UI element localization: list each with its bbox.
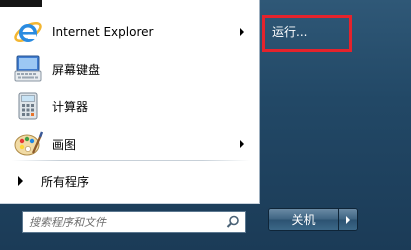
- search-area: [0, 204, 260, 250]
- programs-pane: Internet Explorer 屏幕键盘 计算器 画图 所有程序: [0, 0, 260, 204]
- paint-icon: [12, 128, 44, 160]
- submenu-arrow-icon[interactable]: [240, 28, 244, 36]
- program-label: 画图: [52, 137, 77, 152]
- program-item-internet-explorer[interactable]: Internet Explorer: [6, 14, 254, 50]
- chevron-right-icon: [346, 215, 350, 224]
- shutdown-label: 关机: [291, 213, 316, 227]
- highlight-box: [262, 15, 352, 52]
- search-box[interactable]: [22, 211, 246, 233]
- program-item-on-screen-keyboard[interactable]: 屏幕键盘: [6, 51, 254, 87]
- search-icon[interactable]: [225, 214, 241, 230]
- shutdown-button[interactable]: 关机: [269, 209, 338, 230]
- program-item-paint[interactable]: 画图: [6, 126, 254, 162]
- keyboard-icon: [12, 53, 44, 85]
- help-and-support-item[interactable]: [272, 0, 372, 4]
- pinned-item-partial[interactable]: [0, 0, 42, 7]
- program-label: 计算器: [52, 99, 89, 114]
- program-label: 屏幕键盘: [52, 62, 101, 77]
- start-menu: Internet Explorer 屏幕键盘 计算器 画图 所有程序 搜索程序和…: [0, 0, 411, 250]
- internet-explorer-icon: [12, 16, 44, 48]
- all-programs-label: 所有程序: [41, 174, 90, 189]
- shutdown-control: 关机: [268, 208, 358, 231]
- submenu-arrow-icon[interactable]: [240, 140, 244, 148]
- calculator-icon: [12, 90, 44, 122]
- menu-separator: [12, 160, 250, 161]
- program-item-calculator[interactable]: 计算器: [6, 88, 254, 124]
- program-label: Internet Explorer: [52, 25, 154, 39]
- shutdown-options-button[interactable]: [338, 209, 357, 230]
- search-input[interactable]: [23, 213, 225, 231]
- chevron-right-icon: [18, 176, 23, 186]
- all-programs-button[interactable]: 所有程序: [12, 170, 250, 192]
